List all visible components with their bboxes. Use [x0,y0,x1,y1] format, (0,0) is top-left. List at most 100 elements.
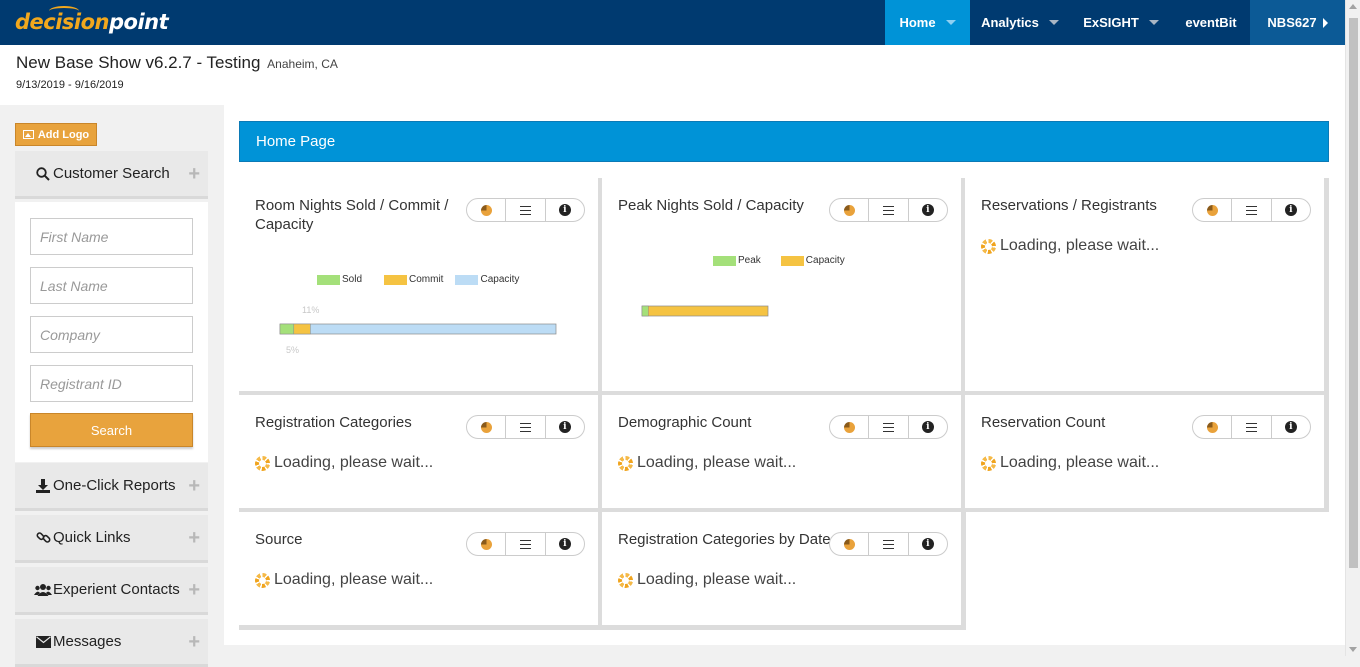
widget-toolbar: i [829,415,948,439]
list-icon [519,205,531,215]
info-icon: i [1284,421,1297,433]
chart-view-button[interactable] [830,199,870,221]
chart-view-button[interactable] [1193,416,1233,438]
pie-chart-icon [843,204,855,216]
info-button[interactable]: i [546,199,584,221]
scroll-up-arrow-icon[interactable] [1349,4,1357,9]
list-icon [1245,422,1257,432]
spinner-icon [255,572,270,588]
list-view-button[interactable] [869,533,909,555]
spinner-icon [981,455,996,471]
customer-search-panel: Search [15,202,208,462]
widget-registration-categories-by-date: Registration Categories by Date i Loadin… [602,512,961,625]
company-field[interactable] [30,316,193,353]
show-location: Anaheim, CA [267,57,338,71]
bar-capacity[interactable] [279,323,557,335]
list-view-button[interactable] [869,199,909,221]
chart-view-button[interactable] [467,416,507,438]
add-logo-button[interactable]: Add Logo [15,123,97,146]
show-dates: 9/13/2019 - 9/16/2019 [16,79,124,91]
list-view-button[interactable] [1232,416,1272,438]
sidebar-section-label: Messages [53,633,122,650]
vertical-scrollbar[interactable] [1345,0,1360,656]
chart-view-button[interactable] [467,533,507,555]
nav-user-label: NBS627 [1267,15,1317,30]
sidebar-section-quick-links[interactable]: Quick Links + [15,515,208,563]
scrollbar-thumb[interactable] [1349,18,1358,568]
nav-exsight[interactable]: ExSIGHT [1070,0,1172,45]
widget-toolbar: i [829,198,948,222]
add-logo-label: Add Logo [37,128,90,141]
widget-room-nights: Room Nights Sold / Commit / Capacity i S… [239,178,598,391]
list-view-button[interactable] [506,416,546,438]
loading-indicator: Loading, please wait... [255,454,433,472]
sidebar-section-label: One-Click Reports [53,477,176,494]
info-button[interactable]: i [909,199,947,221]
sidebar-section-messages[interactable]: Messages + [15,619,208,667]
widget-title: Reservation Count [981,414,1106,431]
chart-view-button[interactable] [467,199,507,221]
sidebar-section-one-click-reports[interactable]: One-Click Reports + [15,463,208,511]
list-view-button[interactable] [506,533,546,555]
list-icon [882,539,894,549]
nav-eventbit[interactable]: eventBit [1172,0,1250,45]
registrant-id-field[interactable] [30,365,193,402]
info-button[interactable]: i [1272,199,1310,221]
list-view-button[interactable] [1232,199,1272,221]
expand-plus-icon[interactable]: + [188,476,200,496]
legend-label-peak: Peak [738,255,761,266]
expand-plus-icon[interactable]: + [188,528,200,548]
scroll-down-arrow-icon[interactable] [1349,647,1357,652]
last-name-field[interactable] [30,267,193,304]
info-button[interactable]: i [546,416,584,438]
widget-registration-categories: Registration Categories i Loading, pleas… [239,395,598,508]
loading-text: Loading, please wait... [637,454,797,471]
show-title-line: New Base Show v6.2.7 - Testing Anaheim, … [16,53,338,73]
bar-commit[interactable] [293,323,311,335]
spinner-icon [981,238,996,254]
info-button[interactable]: i [909,416,947,438]
bar-peak[interactable] [641,305,649,317]
list-icon [1245,205,1257,215]
list-view-button[interactable] [869,416,909,438]
decisionpoint-logo[interactable]: decisionpoint [15,6,169,34]
chart-view-button[interactable] [1193,199,1233,221]
list-view-button[interactable] [506,199,546,221]
search-icon [33,166,53,181]
legend-swatch-commit [384,274,408,285]
widget-toolbar: i [829,532,948,556]
spinner-icon [618,572,633,588]
search-button[interactable]: Search [30,413,193,447]
page-title-bar: Home Page [239,121,1329,162]
nav-user-menu[interactable]: NBS627 [1250,0,1345,45]
info-button[interactable]: i [546,533,584,555]
bar-capacity[interactable] [641,305,769,317]
bar-sold[interactable] [279,323,295,335]
info-button[interactable]: i [909,533,947,555]
loading-indicator: Loading, please wait... [255,571,433,589]
expand-plus-icon[interactable]: + [188,164,200,184]
loading-indicator: Loading, please wait... [981,237,1159,255]
chart-view-button[interactable] [830,416,870,438]
sidebar-section-experient-contacts[interactable]: Experient Contacts + [15,567,208,615]
loading-indicator: Loading, please wait... [981,454,1159,472]
info-icon: i [1284,204,1297,216]
expand-plus-icon[interactable]: + [188,580,200,600]
loading-text: Loading, please wait... [1000,237,1160,254]
info-button[interactable]: i [1272,416,1310,438]
chart-view-button[interactable] [830,533,870,555]
chevron-down-icon [945,20,956,25]
loading-text: Loading, please wait... [1000,454,1160,471]
expand-plus-icon[interactable]: + [188,632,200,652]
download-icon [33,478,53,493]
sidebar-section-customer-search[interactable]: Customer Search + [15,151,208,199]
chart-legend: Sold Commit Capacity [317,274,519,285]
users-icon [33,583,53,597]
search-button-label: Search [90,422,133,438]
logo-text-part2: point [109,10,169,34]
nav-analytics[interactable]: Analytics [970,0,1070,45]
nav-home[interactable]: Home [885,0,970,45]
sidebar-section-label: Customer Search [53,165,170,182]
legend-label-capacity: Capacity [480,274,520,285]
first-name-field[interactable] [30,218,193,255]
